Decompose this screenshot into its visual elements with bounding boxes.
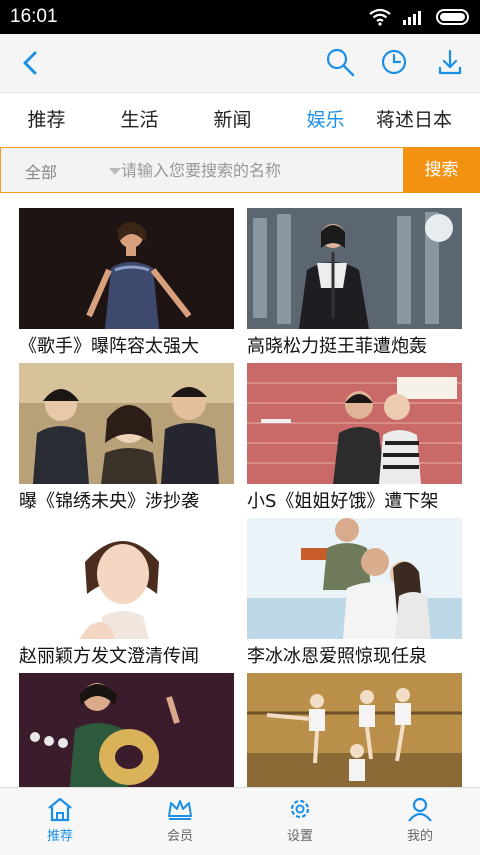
list-item[interactable]: 李冰冰恩爱照惊现任泉 [247,518,462,668]
list-item[interactable]: 《歌手》曝阵容太强大 [19,208,234,358]
category-tabs: 推荐 生活 新闻 娱乐 蒋述日本 [0,93,480,148]
list-item[interactable]: 赵丽颖方发文澄清传闻 [19,518,234,668]
video-caption: 赵丽颖方发文澄清传闻 [19,646,199,667]
video-caption: 小S《姐姐好饿》遭下架 [247,491,439,512]
search-icon[interactable] [324,46,356,78]
nav-label: 会员 [166,829,193,844]
tab-japan[interactable]: 蒋述日本 [372,93,480,148]
nav-recommend[interactable]: 推荐 [0,788,120,855]
video-thumbnail[interactable] [247,673,462,788]
nav-label: 我的 [406,829,433,844]
tab-recommend[interactable]: 推荐 [0,93,93,148]
bottom-nav: 推荐 会员 设置 我的 [0,787,480,855]
status-time: 16:01 [10,6,58,27]
home-icon [48,797,72,822]
nav-label: 推荐 [46,829,73,844]
list-item[interactable] [247,673,462,788]
video-caption: 曝《锦绣未央》涉抄袭 [19,491,199,512]
nav-member[interactable]: 会员 [120,788,240,855]
list-item[interactable]: 曝《锦绣未央》涉抄袭 [19,363,234,513]
history-clock-icon[interactable] [378,46,410,78]
tab-life[interactable]: 生活 [93,93,186,148]
video-thumbnail[interactable] [247,363,462,484]
video-grid: 《歌手》曝阵容太强大 高晓松力挺王菲遭炮轰 曝《锦绣未央》涉抄袭 小S《姐姐好饿… [0,193,480,788]
video-thumbnail[interactable] [247,208,462,329]
tab-news[interactable]: 新闻 [186,93,279,148]
nav-label: 设置 [286,829,313,844]
video-thumbnail[interactable] [247,518,462,639]
top-bar [0,34,480,93]
battery-icon [436,9,469,25]
search-input[interactable] [121,156,391,184]
crown-icon [168,800,192,820]
chevron-down-icon[interactable] [109,168,121,175]
search-bar: 全部 搜索 [0,147,480,193]
video-thumbnail[interactable] [19,363,234,484]
list-item[interactable]: 高晓松力挺王菲遭炮轰 [247,208,462,358]
status-bar: 16:01 [0,0,480,34]
video-caption: 《歌手》曝阵容太强大 [19,336,199,357]
video-thumbnail[interactable] [19,208,234,329]
search-box: 全部 [0,147,404,193]
status-icons [368,7,472,27]
video-thumbnail[interactable] [19,673,234,788]
gear-icon [290,799,310,819]
list-item[interactable] [19,673,234,788]
video-caption: 李冰冰恩爱照惊现任泉 [247,646,427,667]
signal-icon [403,11,421,25]
search-category-select[interactable]: 全部 [25,159,57,183]
list-item[interactable]: 小S《姐姐好饿》遭下架 [247,363,462,513]
search-button[interactable]: 搜索 [403,147,480,193]
wifi-icon [369,8,391,26]
nav-mine[interactable]: 我的 [360,788,480,855]
user-icon [408,797,432,822]
back-arrow-icon[interactable] [16,48,46,78]
download-icon[interactable] [434,46,466,78]
video-caption: 高晓松力挺王菲遭炮轰 [247,336,427,357]
nav-settings[interactable]: 设置 [240,788,360,855]
video-thumbnail[interactable] [19,518,234,639]
tab-entertainment[interactable]: 娱乐 [279,93,372,148]
